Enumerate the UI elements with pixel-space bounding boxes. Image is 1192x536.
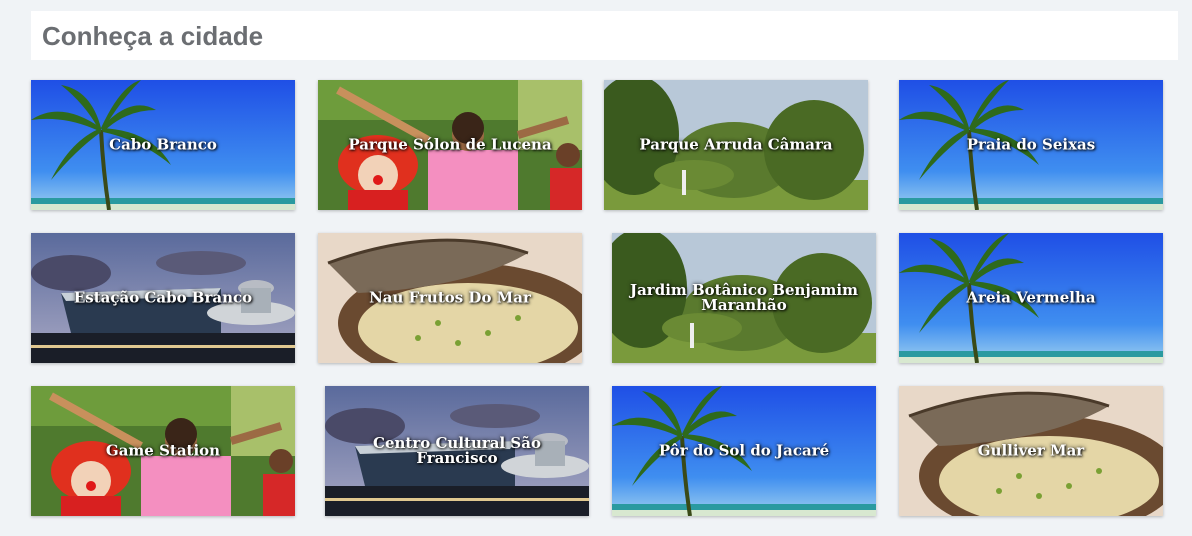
card-label: Game Station xyxy=(105,441,221,460)
card-label: Estação Cabo Branco xyxy=(73,288,253,307)
place-card-praia-seixas[interactable]: Praia do Seixas xyxy=(899,80,1163,210)
page-title: Conheça a cidade xyxy=(42,21,264,51)
place-card-por-do-sol[interactable]: Pôr do Sol do Jacaré xyxy=(612,386,876,516)
card-label: Jardim Botânico Benjamim Maranhão xyxy=(629,281,858,314)
place-card-nau-frutos[interactable]: Nau Frutos Do Mar xyxy=(318,233,582,363)
place-card-areia-vermelha[interactable]: Areia Vermelha xyxy=(899,233,1163,363)
place-card-parque-arruda[interactable]: Parque Arruda Câmara xyxy=(604,80,868,210)
place-card-gulliver-mar[interactable]: Gulliver Mar xyxy=(899,386,1163,516)
card-label: Nau Frutos Do Mar xyxy=(369,288,531,307)
card-label: Parque Sólon de Lucena xyxy=(348,135,552,154)
place-card-game-station[interactable]: Game Station xyxy=(31,386,295,516)
card-label: Praia do Seixas xyxy=(966,135,1096,154)
place-card-parque-solon[interactable]: Parque Sólon de Lucena xyxy=(318,80,582,210)
card-label: Cabo Branco xyxy=(109,135,217,154)
place-card-cabo-branco[interactable]: Cabo Branco xyxy=(31,80,295,210)
card-label: Gulliver Mar xyxy=(977,441,1085,460)
card-label: Parque Arruda Câmara xyxy=(639,135,833,154)
section-header: Conheça a cidade xyxy=(31,11,1178,60)
place-card-jardim-botanico[interactable]: Jardim Botânico Benjamim Maranhão xyxy=(612,233,876,363)
card-label: Areia Vermelha xyxy=(966,288,1096,307)
card-label: Centro Cultural São Francisco xyxy=(373,434,541,467)
place-card-estacao-cabo-branco[interactable]: Estação Cabo Branco xyxy=(31,233,295,363)
place-card-centro-cultural[interactable]: Centro Cultural São Francisco xyxy=(325,386,589,516)
card-label: Pôr do Sol do Jacaré xyxy=(658,441,830,460)
